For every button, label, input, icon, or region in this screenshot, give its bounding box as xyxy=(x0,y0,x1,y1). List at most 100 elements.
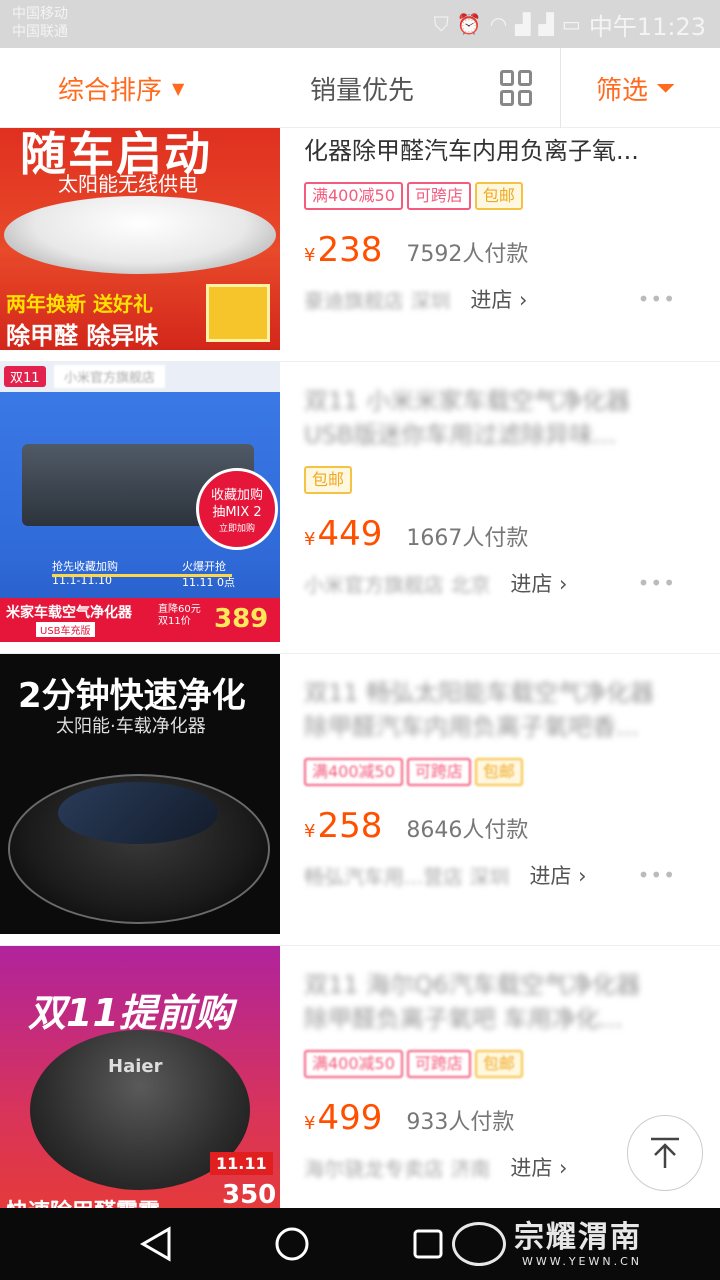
more-options-icon[interactable]: ••• xyxy=(638,287,676,311)
filter-button[interactable]: 筛选 ⏷ xyxy=(596,48,675,128)
product-image[interactable]: 双11提前购 Haier 11.11 快速除甲醛雾霾 350 xyxy=(0,946,280,1226)
home-icon[interactable] xyxy=(272,1224,312,1264)
image-product-sub: USB车充版 xyxy=(36,622,95,637)
more-options-icon[interactable]: ••• xyxy=(638,863,676,887)
paid-count: 1667人付款 xyxy=(406,526,529,551)
recent-apps-icon[interactable] xyxy=(408,1224,448,1264)
status-bar: 中国移动 中国联通 ⛉ ⏰ ◠ ▟ ▟ ▭ 中午11:23 xyxy=(0,0,720,48)
back-to-top-button[interactable] xyxy=(627,1115,703,1191)
product-title-line2[interactable]: 除甲醛汽车内用负离子氧吧香... xyxy=(304,710,698,744)
cross-store-tag: 可跨店 xyxy=(406,1050,471,1078)
currency-symbol: ¥ xyxy=(304,529,316,550)
product-item[interactable]: 2分钟快速净化 太阳能·车载净化器 双11 畅弘太阳能车载空气净化器 除甲醛汽车… xyxy=(0,654,720,946)
sort-comprehensive-button[interactable]: 综合排序 ▼ xyxy=(58,48,184,128)
back-icon[interactable] xyxy=(136,1224,176,1264)
product-image[interactable]: 双11 小米官方旗舰店 收藏加购 抽MIX 2 立即加购 抢先收藏加购 11.1-… xyxy=(0,362,280,642)
paid-count: 933人付款 xyxy=(406,1110,515,1135)
product-image[interactable]: 随车启动 太阳能无线供电 两年换新 送好礼 除甲醛 除异味 xyxy=(0,128,280,350)
carrier-2: 中国联通 xyxy=(12,24,68,40)
shop-name: 海尔骁龙专卖店 济南 xyxy=(304,1156,491,1181)
product-info: 双11 畅弘太阳能车载空气净化器 除甲醛汽车内用负离子氧吧香... 满400减5… xyxy=(304,676,698,890)
gift-box-icon xyxy=(206,284,270,342)
clock: 中午11:23 xyxy=(588,12,706,41)
solar-panel xyxy=(58,782,218,844)
price-row: ¥ 258 8646人付款 xyxy=(304,806,698,846)
funnel-icon: ⏷ xyxy=(656,74,676,102)
free-shipping-tag: 包邮 xyxy=(304,466,353,494)
product-tags: 满400减50 可跨店 包邮 xyxy=(304,182,698,210)
image-feature-line: 除甲醛 除异味 xyxy=(6,322,159,350)
image-price: 389 xyxy=(214,604,269,634)
arrow-up-icon xyxy=(651,1137,679,1168)
watermark-url: WWW.YEWN.CN xyxy=(521,1254,642,1268)
sort-bar: 综合排序 ▼ 销量优先 筛选 ⏷ xyxy=(0,48,720,128)
watermark-text: 宗耀渭南 xyxy=(514,1219,642,1255)
product-tags: 满400减50 可跨店 包邮 xyxy=(304,1050,698,1078)
promo-badge: 收藏加购 抽MIX 2 立即加购 xyxy=(196,468,278,550)
cross-store-tag: 可跨店 xyxy=(406,182,471,210)
shop-name: 小米官方旗舰店 北京 xyxy=(304,572,491,597)
shop-name: 豪迪旗舰店 深圳 xyxy=(304,288,451,313)
watermark-logo-icon xyxy=(452,1222,506,1266)
paid-count: 8646人付款 xyxy=(406,818,529,843)
price-row: ¥ 449 1667人付款 xyxy=(304,514,698,554)
product-price: 258 xyxy=(317,806,383,846)
image-subtitle: 太阳能无线供电 xyxy=(58,172,198,196)
image-price: 350 xyxy=(222,1180,277,1210)
enter-shop-link[interactable]: 进店 › xyxy=(510,568,567,598)
currency-symbol: ¥ xyxy=(304,245,316,266)
product-image[interactable]: 2分钟快速净化 太阳能·车载净化器 xyxy=(0,654,280,934)
more-options-icon[interactable]: ••• xyxy=(638,571,676,595)
signal-icon: ▟ xyxy=(515,12,531,36)
product-item[interactable]: 随车启动 太阳能无线供电 两年换新 送好礼 除甲醛 除异味 化器除甲醛汽车内用负… xyxy=(0,128,720,362)
product-info: 双11 小米米家车载空气净化器 USB版迷你车用过滤除异味... 包邮 ¥ 44… xyxy=(304,384,698,598)
timeline-start: 抢先收藏加购 11.1-11.10 xyxy=(52,560,118,587)
carrier-info: 中国移动 中国联通 xyxy=(12,5,68,41)
discount-tag: 满400减50 xyxy=(304,758,403,786)
status-icons: ⛉ ⏰ ◠ ▟ ▟ ▭ 中午11:23 xyxy=(433,8,706,41)
currency-symbol: ¥ xyxy=(304,821,316,842)
image-promo-line: 两年换新 送好礼 xyxy=(6,292,153,316)
product-title[interactable]: 双11 海尔Q6汽车载空气净化器 xyxy=(304,968,698,1002)
image-promo: 直降60元 双11价 xyxy=(158,604,201,627)
currency-symbol: ¥ xyxy=(304,1113,316,1134)
product-device xyxy=(4,196,276,274)
product-title[interactable]: 化器除甲醛汽车内用负离子氧... xyxy=(304,134,698,168)
screen: 中国移动 中国联通 ⛉ ⏰ ◠ ▟ ▟ ▭ 中午11:23 综合排序 ▼ 销量优… xyxy=(0,0,720,1280)
cross-store-tag: 可跨店 xyxy=(406,758,471,786)
shop-name: 畅弘汽车用...营店 深圳 xyxy=(304,864,510,889)
brand-logo: Haier xyxy=(108,1056,163,1077)
shop-row: 小米官方旗舰店 北京 进店 › ••• xyxy=(304,568,698,598)
product-price: 449 xyxy=(317,514,383,554)
image-headline: 2分钟快速净化 xyxy=(18,676,246,716)
product-title[interactable]: 双11 小米米家车载空气净化器 xyxy=(304,384,698,418)
product-tags: 满400减50 可跨店 包邮 xyxy=(304,758,698,786)
sort-sales-button[interactable]: 销量优先 xyxy=(310,48,414,128)
image-subtitle: 太阳能·车载净化器 xyxy=(56,716,206,737)
product-item[interactable]: 双11提前购 Haier 11.11 快速除甲醛雾霾 350 双11 海尔Q6汽… xyxy=(0,946,720,1238)
product-tags: 包邮 xyxy=(304,466,698,494)
shop-row: 畅弘汽车用...营店 深圳 进店 › ••• xyxy=(304,860,698,890)
paid-count: 7592人付款 xyxy=(406,242,529,267)
alarm-icon: ⏰ xyxy=(456,12,482,36)
navigation-bar: 宗耀渭南 WWW.YEWN.CN xyxy=(0,1208,720,1280)
grid-layout-icon[interactable] xyxy=(500,70,536,106)
divider xyxy=(560,48,561,128)
product-title-line2[interactable]: 除甲醛负离子氧吧 车用净化... xyxy=(304,1002,698,1036)
product-title-line2[interactable]: USB版迷你车用过滤除异味... xyxy=(304,418,698,452)
enter-shop-link[interactable]: 进店 › xyxy=(510,1152,567,1182)
product-info: 化器除甲醛汽车内用负离子氧... 满400减50 可跨店 包邮 ¥ 238 75… xyxy=(304,134,698,314)
filter-label: 筛选 xyxy=(596,75,649,106)
product-title[interactable]: 双11 畅弘太阳能车载空气净化器 xyxy=(304,676,698,710)
free-shipping-tag: 包邮 xyxy=(474,758,523,786)
product-price: 499 xyxy=(317,1098,383,1138)
shield-icon: ⛉ xyxy=(433,12,449,36)
enter-shop-link[interactable]: 进店 › xyxy=(529,860,586,890)
free-shipping-tag: 包邮 xyxy=(474,182,523,210)
signal-icon: ▟ xyxy=(538,12,554,36)
shop-row: 豪迪旗舰店 深圳 进店 › ••• xyxy=(304,284,698,314)
discount-tag: 满400减50 xyxy=(304,1050,403,1078)
caret-down-icon: ▼ xyxy=(172,78,185,98)
enter-shop-link[interactable]: 进店 › xyxy=(470,284,527,314)
product-item[interactable]: 双11 小米官方旗舰店 收藏加购 抽MIX 2 立即加购 抢先收藏加购 11.1-… xyxy=(0,362,720,654)
